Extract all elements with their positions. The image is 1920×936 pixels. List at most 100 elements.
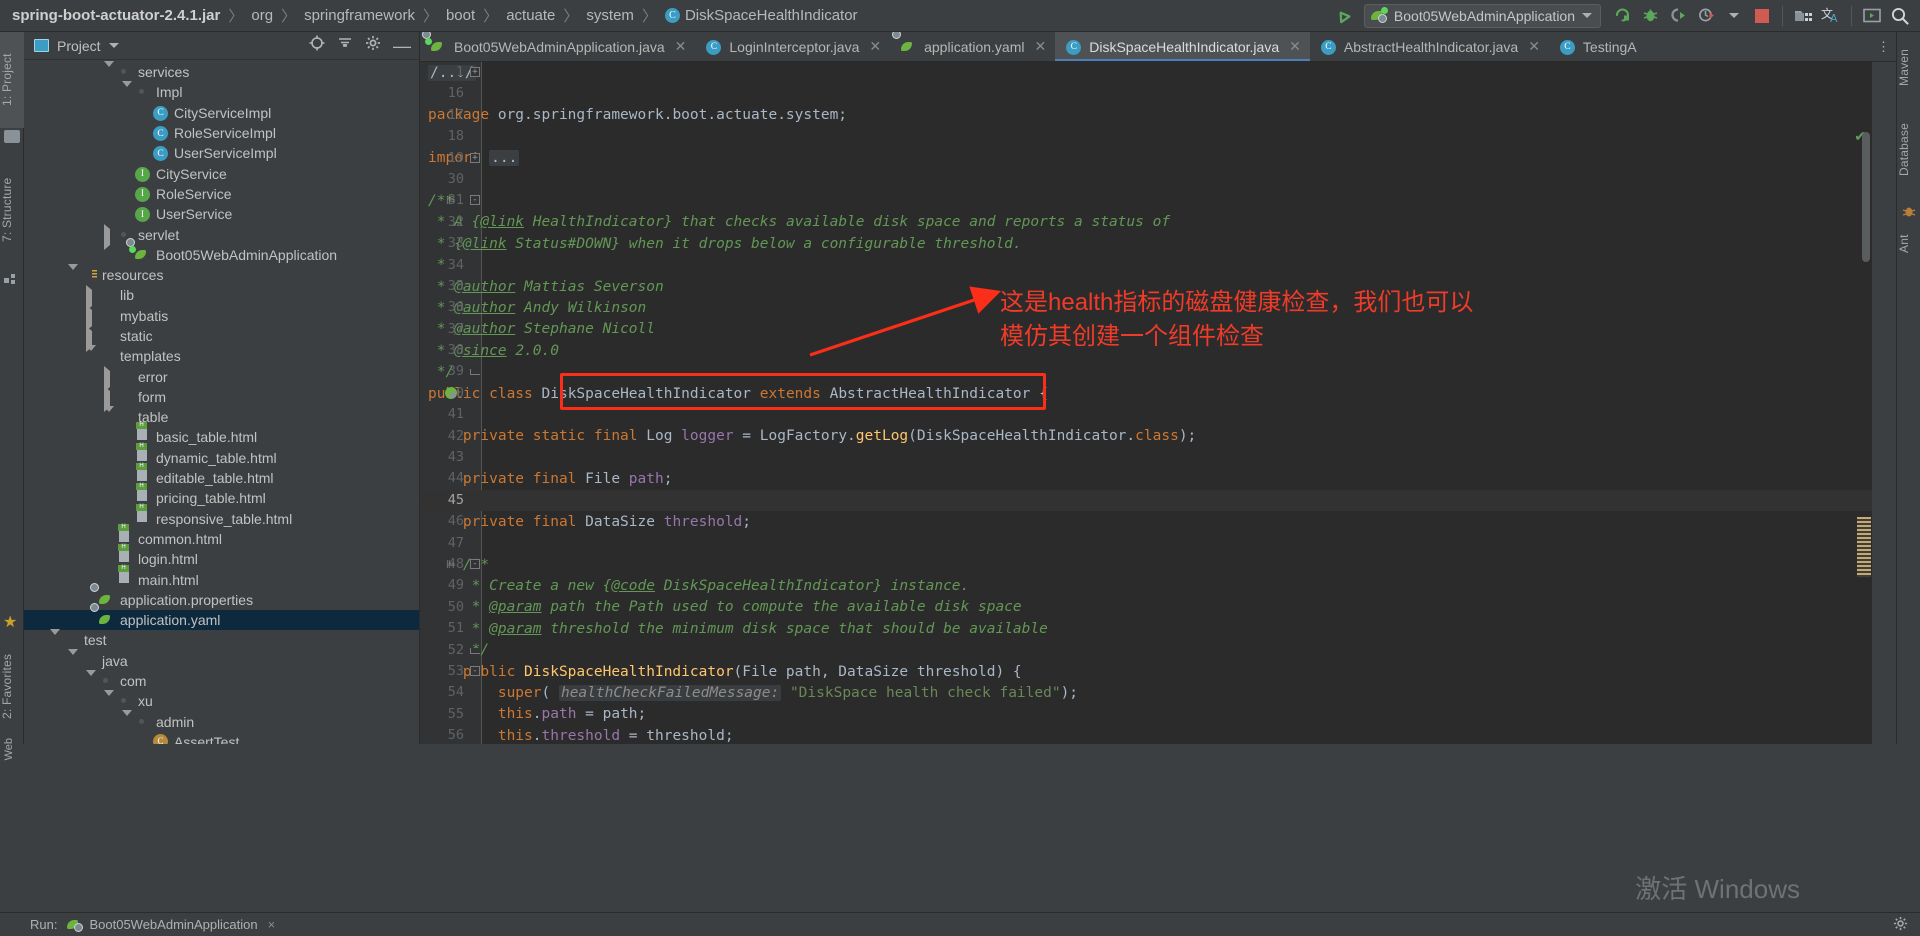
run-icon[interactable] xyxy=(1608,2,1636,30)
code-line[interactable]: 48 ⊫ - /** xyxy=(420,554,1896,575)
editor-tab[interactable]: C AbstractHealthIndicator.java ✕ xyxy=(1310,32,1549,61)
editor-tab[interactable]: Boot05WebAdminApplication.java ✕ xyxy=(420,32,695,61)
tree-node[interactable]: Impl xyxy=(24,80,419,103)
chevron-right-icon[interactable] xyxy=(104,224,115,251)
tree-node[interactable]: Hbasic_table.html xyxy=(24,422,419,447)
close-icon[interactable]: ✕ xyxy=(675,38,687,55)
chevron-down-icon[interactable] xyxy=(68,649,79,672)
code-line[interactable]: 17 package org.springframework.boot.actua… xyxy=(420,105,1896,126)
chevron-down-icon[interactable] xyxy=(122,80,133,103)
breadcrumb-item[interactable]: actuate xyxy=(506,7,555,24)
code-fold-toggle[interactable] xyxy=(470,369,480,376)
chevron-right-icon[interactable] xyxy=(104,366,115,393)
code-line[interactable]: 56 this.threshold = threshold; xyxy=(420,725,1896,744)
code-fold-toggle[interactable]: + xyxy=(470,152,480,163)
tree-node[interactable]: application.yaml xyxy=(24,603,419,631)
tree-node[interactable]: java xyxy=(24,649,419,672)
spring-bean-gutter-icon[interactable] xyxy=(444,386,458,400)
code-line[interactable]: 45 xyxy=(420,489,1896,512)
select-opened-file-icon[interactable] xyxy=(309,35,325,56)
profiler-dropdown-icon[interactable] xyxy=(1720,2,1748,30)
debug-icon[interactable] xyxy=(1636,2,1664,30)
terminal-icon[interactable] xyxy=(1858,2,1886,30)
tree-node[interactable]: Hmain.html xyxy=(24,564,419,589)
code-line[interactable]: 54 super( healthCheckFailedMessage: "Dis… xyxy=(420,682,1896,703)
code-line[interactable]: 19 + import ... xyxy=(420,148,1896,169)
breadcrumb-item[interactable]: springframework xyxy=(304,7,415,24)
chevron-right-icon[interactable] xyxy=(86,325,97,352)
breadcrumb-item[interactable]: spring-boot-actuator-2.4.1.jar xyxy=(12,7,220,24)
close-icon[interactable]: ✕ xyxy=(1528,38,1540,55)
project-structure-icon[interactable] xyxy=(1789,2,1817,30)
hide-panel-icon[interactable]: — xyxy=(393,37,411,55)
stop-icon[interactable] xyxy=(1748,2,1776,30)
code-line[interactable]: 47 xyxy=(420,533,1896,554)
code-line[interactable]: 32 * A {@link HealthIndicator} that chec… xyxy=(420,212,1896,233)
tree-node[interactable]: table xyxy=(24,405,419,428)
code-line[interactable]: 52 */ xyxy=(420,640,1896,661)
tree-node[interactable]: C AssertTest xyxy=(24,732,419,744)
sidebar-item-structure[interactable]: 7: Structure xyxy=(0,152,24,268)
search-everywhere-icon[interactable] xyxy=(1886,2,1914,30)
code-line[interactable]: 34 * xyxy=(420,255,1896,276)
code-fold-toggle[interactable]: - xyxy=(470,665,480,676)
tree-node[interactable]: application.properties xyxy=(24,582,419,610)
chevron-down-icon[interactable] xyxy=(122,710,133,733)
status-gear-icon[interactable] xyxy=(1893,916,1908,934)
close-icon[interactable]: ✕ xyxy=(1035,38,1047,55)
translate-icon[interactable]: 文A xyxy=(1817,2,1845,30)
tree-node[interactable]: admin xyxy=(24,710,419,733)
code-line[interactable]: 1 +/.../ xyxy=(420,62,1896,83)
tree-node[interactable]: test xyxy=(24,628,419,651)
sidebar-item-web[interactable]: Web xyxy=(3,738,15,760)
tab-overflow-icon[interactable]: ⋮ xyxy=(1877,32,1896,61)
tree-node[interactable]: form xyxy=(24,386,419,413)
code-line[interactable]: 42 private static final Log logger = Log… xyxy=(420,426,1896,447)
project-tree[interactable]: services Impl C CityServiceImpl C RoleService… xyxy=(24,60,419,744)
code-line[interactable]: 30 xyxy=(420,169,1896,190)
code-line[interactable]: 51 * @param threshold the minimum disk s… xyxy=(420,618,1896,639)
tree-node[interactable]: C UserServiceImpl xyxy=(24,143,419,163)
chevron-right-icon[interactable] xyxy=(86,284,97,311)
tree-node[interactable]: I CityService xyxy=(24,163,419,183)
editor-marker-bar[interactable]: ✔ xyxy=(1854,62,1896,744)
tree-node[interactable]: Boot05WebAdminApplication xyxy=(24,237,419,265)
javadoc-marker-icon[interactable]: ⊫ xyxy=(446,194,456,207)
chevron-down-icon[interactable] xyxy=(104,689,115,712)
tree-node[interactable]: templates xyxy=(24,344,419,367)
code-line[interactable]: 50 * @param path the Path used to comput… xyxy=(420,597,1896,618)
collapse-all-icon[interactable] xyxy=(337,35,353,56)
chevron-down-icon[interactable] xyxy=(86,669,97,692)
code-line[interactable]: 46 private final DataSize threshold; xyxy=(420,511,1896,532)
chevron-down-icon[interactable] xyxy=(104,405,115,428)
code-fold-toggle[interactable]: - xyxy=(470,558,480,569)
editor-tab[interactable]: application.yaml ✕ xyxy=(890,32,1055,61)
tree-node[interactable]: error xyxy=(24,366,419,393)
tree-node[interactable]: I RoleService xyxy=(24,184,419,204)
editor-tab[interactable]: C LoginInterceptor.java ✕ xyxy=(695,32,890,61)
tree-node[interactable]: Hdynamic_table.html xyxy=(24,442,419,468)
sidebar-item-maven[interactable]: Maven xyxy=(1897,36,1920,98)
chevron-down-icon[interactable] xyxy=(1582,13,1592,18)
breadcrumb-item[interactable]: org xyxy=(251,7,273,24)
code-line[interactable]: 55 this.path = path; xyxy=(420,704,1896,725)
editor-scrollbar-thumb[interactable] xyxy=(1862,132,1870,262)
tree-node[interactable]: Heditable_table.html xyxy=(24,463,419,488)
code-fold-toggle[interactable]: - xyxy=(470,195,480,206)
tree-node[interactable]: com xyxy=(24,669,419,692)
breadcrumb-item[interactable]: boot xyxy=(446,7,475,24)
structure-icon[interactable] xyxy=(4,272,20,291)
close-icon[interactable]: ✕ xyxy=(1289,38,1301,55)
sidebar-item-ant[interactable]: Ant xyxy=(1897,224,1920,264)
breadcrumb-item[interactable]: C DiskSpaceHealthIndicator xyxy=(664,7,858,24)
tree-node[interactable]: lib xyxy=(24,284,419,311)
editor-tab[interactable]: C DiskSpaceHealthIndicator.java ✕ xyxy=(1055,32,1310,61)
chevron-right-icon[interactable] xyxy=(104,386,115,413)
chevron-down-icon[interactable] xyxy=(104,60,115,83)
tree-node[interactable]: I UserService xyxy=(24,204,419,224)
build-icon[interactable] xyxy=(1329,2,1357,30)
chevron-down-icon[interactable] xyxy=(86,344,97,367)
star-icon[interactable]: ★ xyxy=(3,612,17,632)
run-with-coverage-icon[interactable] xyxy=(1664,2,1692,30)
tree-node[interactable]: C CityServiceImpl xyxy=(24,103,419,123)
